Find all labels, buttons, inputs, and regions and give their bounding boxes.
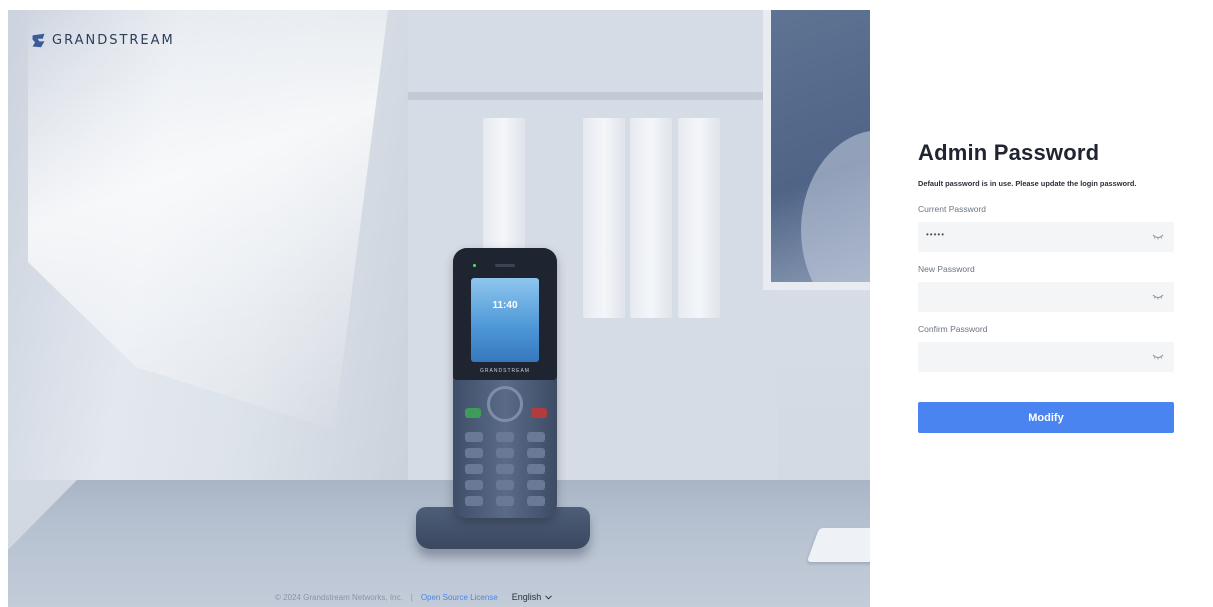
page-title: Admin Password <box>918 140 1100 165</box>
new-password-group: New Password <box>918 264 1174 312</box>
binder <box>630 118 672 318</box>
handset-clock: 11:40 <box>492 300 518 311</box>
keypad-key <box>465 432 483 442</box>
current-password-label: Current Password <box>918 204 987 214</box>
handset-screen: 11:40 <box>471 278 539 362</box>
language-selector[interactable]: English <box>512 592 553 602</box>
confirm-password-field[interactable] <box>918 342 1174 372</box>
keypad-key <box>496 480 514 490</box>
confirm-password-label: Confirm Password <box>918 324 988 334</box>
keypad-key <box>465 480 483 490</box>
current-password-value: ••••• <box>926 230 946 239</box>
brand-logo: GRANDSTREAM <box>30 30 175 50</box>
end-key <box>531 408 547 418</box>
copyright-text: © 2024 Grandstream Networks, Inc. <box>275 592 403 602</box>
footer-separator: | <box>410 592 413 602</box>
confirm-password-group: Confirm Password <box>918 324 1174 372</box>
keypad-key <box>527 464 545 474</box>
keypad-key <box>496 496 514 506</box>
grandstream-logo-icon <box>32 33 45 47</box>
keypad-key <box>465 448 483 458</box>
brand-name: GRANDSTREAM <box>52 32 175 48</box>
keypad-key <box>496 464 514 474</box>
binder <box>583 118 625 318</box>
new-password-field[interactable] <box>918 282 1174 312</box>
keypad-key <box>465 496 483 506</box>
eye-closed-icon[interactable] <box>1152 233 1164 241</box>
footer: © 2024 Grandstream Networks, Inc. | Open… <box>275 590 553 604</box>
login-page: 11:40 GRANDSTREAM GRANDSTREAM © 2024 Gra… <box>0 0 1213 607</box>
dect-handset: 11:40 GRANDSTREAM <box>453 248 557 518</box>
keypad-key <box>527 448 545 458</box>
call-key <box>465 408 481 418</box>
status-led <box>473 264 476 267</box>
language-label: English <box>511 592 542 602</box>
binder <box>678 118 720 318</box>
current-password-group: Current Password ••••• <box>918 204 1174 252</box>
modify-button[interactable]: Modify <box>918 402 1174 433</box>
nav-ring <box>487 386 523 422</box>
keypad-key <box>527 432 545 442</box>
keyboard <box>806 528 870 562</box>
handset-top: 11:40 GRANDSTREAM <box>453 248 557 380</box>
handset-brand: GRANDSTREAM <box>480 368 530 374</box>
eye-closed-icon[interactable] <box>1152 293 1164 301</box>
keypad-key <box>465 464 483 474</box>
open-source-license-link[interactable]: Open Source License <box>421 593 498 602</box>
earpiece <box>495 264 515 267</box>
monitor <box>763 10 870 290</box>
hero-image: 11:40 GRANDSTREAM GRANDSTREAM © 2024 Gra… <box>8 10 870 607</box>
keypad-key <box>496 432 514 442</box>
keypad-key <box>496 448 514 458</box>
current-password-field[interactable]: ••••• <box>918 222 1174 252</box>
monitor-screen <box>771 10 870 282</box>
monitor-wallpaper-arc <box>801 130 870 282</box>
shelf-board <box>408 92 778 100</box>
keypad-key <box>527 480 545 490</box>
form-subtitle: Default password is in use. Please updat… <box>918 179 1137 188</box>
new-password-label: New Password <box>918 264 975 274</box>
eye-closed-icon[interactable] <box>1152 353 1164 361</box>
admin-password-form: Admin Password Default password is in us… <box>918 140 1174 433</box>
chevron-down-icon <box>545 594 553 600</box>
keypad-key <box>527 496 545 506</box>
